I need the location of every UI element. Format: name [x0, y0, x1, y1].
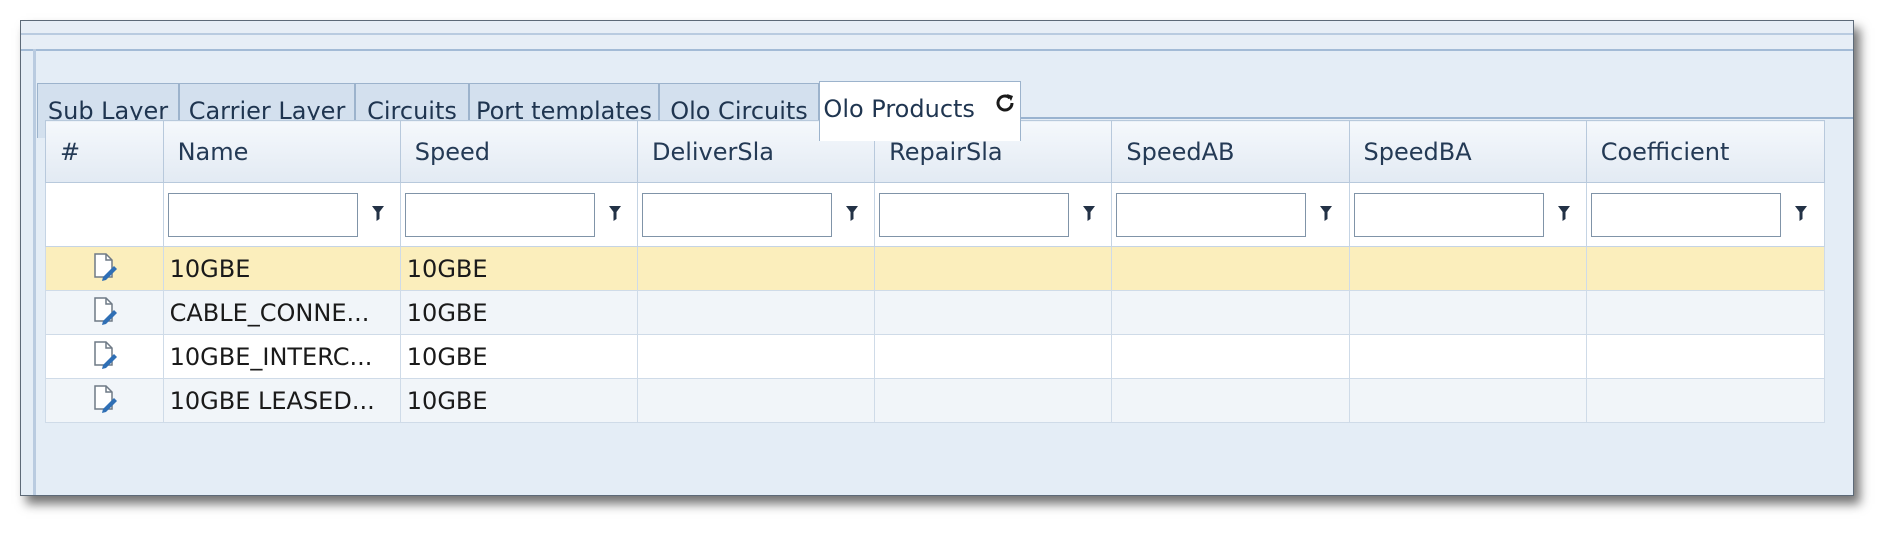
row-name: 10GBE LEASED... [162, 378, 401, 423]
row-name: 10GBE_INTERC... [162, 334, 401, 379]
speedba-filter-input[interactable] [1353, 192, 1544, 237]
filter-cell-speedab [1111, 182, 1350, 247]
column-header-speedba[interactable]: SpeedBA [1348, 120, 1587, 183]
row-speedba [1348, 246, 1587, 291]
column-header-name[interactable]: Name [162, 120, 401, 183]
row-deliversla [636, 378, 876, 423]
row-speed: 10GBE [399, 378, 638, 423]
row-coefficient [1585, 378, 1826, 423]
table-row[interactable]: 10GBE 10GBE [45, 246, 1826, 291]
table-row[interactable]: 10GBE LEASED... 10GBE [45, 378, 1826, 423]
funnel-icon[interactable] [608, 205, 621, 224]
column-header-number[interactable]: # [45, 120, 164, 183]
row-edit-cell[interactable] [45, 246, 164, 291]
row-name: CABLE_CONNE... [162, 290, 401, 335]
products-table: # Name Speed DeliverSla RepairSla SpeedA… [45, 120, 1826, 423]
filter-cell-empty [45, 182, 164, 247]
row-speedba [1348, 290, 1587, 335]
row-speedab [1111, 246, 1350, 291]
window-left-edge [33, 49, 36, 495]
row-edit-cell[interactable] [45, 334, 164, 379]
row-coefficient [1585, 246, 1826, 291]
row-edit-cell[interactable] [45, 378, 164, 423]
row-name: 10GBE [162, 246, 401, 291]
repairsla-filter-input[interactable] [879, 192, 1070, 237]
deliversla-filter-input[interactable] [641, 192, 832, 237]
row-speedab [1111, 378, 1350, 423]
row-repairsla [874, 290, 1113, 335]
refresh-icon[interactable] [993, 80, 1017, 134]
column-header-speed[interactable]: Speed [399, 120, 638, 183]
name-filter-input[interactable] [167, 192, 358, 237]
tab-label: Olo Products [823, 95, 975, 123]
row-speedab [1111, 290, 1350, 335]
row-edit-cell[interactable] [45, 290, 164, 335]
row-speed: 10GBE [399, 290, 638, 335]
tab-olo-products[interactable]: Olo Products [819, 81, 1021, 141]
funnel-icon[interactable] [371, 205, 384, 224]
row-coefficient [1585, 334, 1826, 379]
funnel-icon[interactable] [1083, 205, 1096, 224]
coefficient-filter-input[interactable] [1590, 192, 1781, 237]
filter-cell-deliversla [636, 182, 876, 247]
row-deliversla [636, 246, 876, 291]
row-speed: 10GBE [399, 246, 638, 291]
funnel-icon[interactable] [1794, 205, 1807, 224]
row-speedba [1348, 378, 1587, 423]
edit-document-icon[interactable] [89, 339, 119, 369]
filter-row [45, 182, 1826, 247]
products-grid: # Name Speed DeliverSla RepairSla SpeedA… [45, 120, 1835, 495]
row-repairsla [874, 378, 1113, 423]
row-repairsla [874, 246, 1113, 291]
row-repairsla [874, 334, 1113, 379]
filter-cell-coefficient [1585, 182, 1826, 247]
row-speed: 10GBE [399, 334, 638, 379]
window-top-strip [21, 21, 1853, 51]
edit-document-icon[interactable] [89, 383, 119, 413]
table-row[interactable]: CABLE_CONNE... 10GBE [45, 290, 1826, 335]
column-header-coefficient[interactable]: Coefficient [1585, 120, 1826, 183]
speed-filter-input[interactable] [404, 192, 595, 237]
funnel-icon[interactable] [845, 205, 858, 224]
row-deliversla [636, 290, 876, 335]
filter-cell-name [162, 182, 401, 247]
column-header-speedab[interactable]: SpeedAB [1111, 120, 1350, 183]
edit-document-icon[interactable] [89, 295, 119, 325]
table-row[interactable]: 10GBE_INTERC... 10GBE [45, 334, 1826, 379]
row-deliversla [636, 334, 876, 379]
row-speedba [1348, 334, 1587, 379]
edit-document-icon[interactable] [89, 251, 119, 281]
row-speedab [1111, 334, 1350, 379]
speedab-filter-input[interactable] [1116, 192, 1307, 237]
filter-cell-repairsla [874, 182, 1113, 247]
tab-bar: Sub Layer Carrier Layer Circuits Port te… [37, 61, 1853, 141]
funnel-icon[interactable] [1320, 205, 1333, 224]
app-window: Sub Layer Carrier Layer Circuits Port te… [20, 20, 1854, 496]
filter-cell-speedba [1348, 182, 1587, 247]
row-coefficient [1585, 290, 1826, 335]
filter-cell-speed [399, 182, 638, 247]
funnel-icon[interactable] [1557, 205, 1570, 224]
